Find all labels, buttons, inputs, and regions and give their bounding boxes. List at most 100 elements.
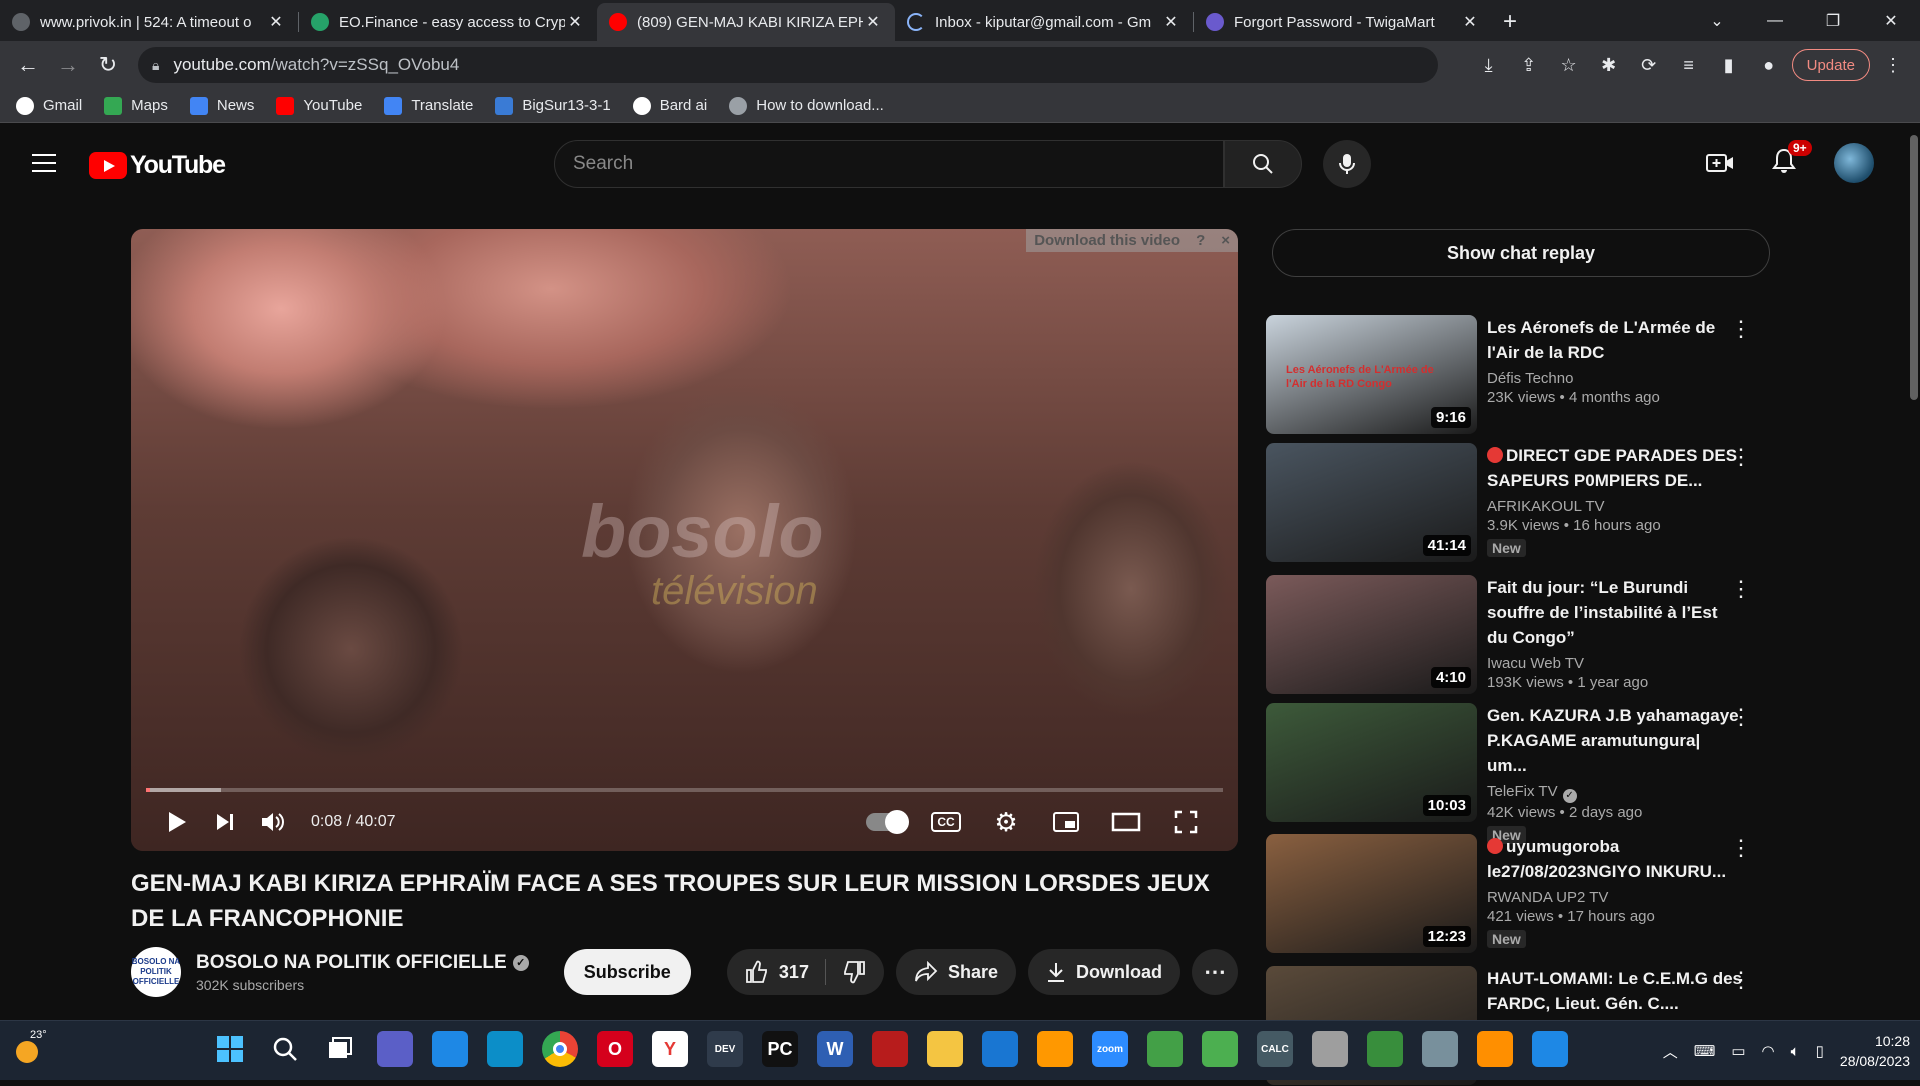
show-chat-replay-button[interactable]: Show chat replay: [1272, 229, 1770, 277]
calc-icon[interactable]: CALC: [1257, 1031, 1293, 1067]
vlc-icon[interactable]: [1477, 1031, 1513, 1067]
reload-button[interactable]: ↻: [88, 45, 128, 85]
chrome-icon[interactable]: [542, 1031, 578, 1067]
recommended-video-title-row[interactable]: DIRECT GDE PARADES DES SAPEURS P0MPIERS …: [1487, 443, 1742, 493]
more-vertical-icon[interactable]: ⋮: [1730, 578, 1752, 600]
video-thumbnail[interactable]: 10:03: [1266, 703, 1477, 822]
subscribe-button[interactable]: Subscribe: [563, 949, 691, 995]
browser-tab[interactable]: Inbox - kiputar@gmail.com - Gm ✕: [895, 3, 1193, 41]
like-button[interactable]: 317: [745, 960, 809, 984]
devtool-icon[interactable]: DEV: [707, 1031, 743, 1067]
clock[interactable]: 10:28 28/08/2023: [1840, 1031, 1910, 1071]
more-vertical-icon[interactable]: ⋮: [1730, 446, 1752, 468]
close-tab-icon[interactable]: ✕: [266, 12, 286, 32]
side-panel-icon[interactable]: ▮: [1712, 47, 1746, 83]
tab-search-icon[interactable]: ⌄: [1688, 0, 1746, 41]
recommended-video[interactable]: 4:10 Fait du jour: “Le Burundi souffre de…: [1266, 575, 1766, 695]
bookmark-item[interactable]: Bard ai: [632, 96, 707, 115]
recommended-channel[interactable]: Défis Techno: [1487, 370, 1573, 387]
download-video-banner[interactable]: Download this video ? ×: [1026, 229, 1238, 252]
weather-widget[interactable]: 23°: [12, 1029, 47, 1067]
folder-icon[interactable]: [927, 1031, 963, 1067]
share-page-icon[interactable]: ⇪: [1512, 47, 1546, 83]
video-thumbnail[interactable]: 12:23: [1266, 834, 1477, 953]
theater-mode-button[interactable]: [1096, 798, 1156, 846]
browser-tab[interactable]: (809) GEN-MAJ KABI KIRIZA EPHI ✕: [597, 3, 895, 41]
profile-icon[interactable]: ●: [1752, 47, 1786, 83]
display-icon[interactable]: ▭: [1731, 1042, 1745, 1060]
edge-icon[interactable]: [487, 1031, 523, 1067]
recommended-video-title-row[interactable]: Les Aéronefs de L'Armée de l'Air de la R…: [1487, 315, 1742, 365]
recommended-video-title-row[interactable]: uyumugoroba le27/08/2023NGIYO INKURU...: [1487, 834, 1742, 884]
chrome-menu-icon[interactable]: ⋮: [1876, 47, 1910, 83]
lock-icon[interactable]: 🔒︎: [152, 57, 159, 74]
update-button[interactable]: Update: [1791, 49, 1870, 81]
bookmark-item[interactable]: News: [189, 96, 254, 115]
taskview-icon[interactable]: [322, 1031, 358, 1067]
share-button[interactable]: Share: [895, 949, 1016, 995]
browser-tab[interactable]: EO.Finance - easy access to Crypt ✕: [299, 3, 597, 41]
bookmark-item[interactable]: Translate: [384, 96, 473, 115]
browser-tab[interactable]: Forgort Password - TwigaMart ✕: [1194, 3, 1492, 41]
recommended-video[interactable]: 41:14 DIRECT GDE PARADES DES SAPEURS P0MP…: [1266, 443, 1766, 563]
teams-icon[interactable]: [377, 1031, 413, 1067]
browser-tab[interactable]: www.privok.in | 524: A timeout o ✕: [0, 3, 298, 41]
extension-icon[interactable]: ⟳: [1632, 47, 1666, 83]
search-tool-icon[interactable]: [1037, 1031, 1073, 1067]
recommended-video[interactable]: 12:23 uyumugoroba le27/08/2023NGIYO INKUR…: [1266, 834, 1766, 954]
page-scrollbar[interactable]: [1910, 135, 1918, 400]
video-thumbnail[interactable]: Les Aéronefs de L'Armée de l'Air de la R…: [1266, 315, 1477, 434]
bookmark-item[interactable]: Gmail: [16, 96, 82, 115]
back-button[interactable]: ←: [8, 45, 48, 85]
chevron-up-icon[interactable]: ︿: [1663, 1041, 1678, 1062]
bookmark-item[interactable]: YouTube: [276, 96, 362, 115]
minimize-button[interactable]: —: [1746, 0, 1804, 41]
more-actions-button[interactable]: ⋯: [1192, 949, 1238, 995]
download-button[interactable]: Download: [1028, 949, 1180, 995]
progress-bar[interactable]: [146, 788, 1223, 792]
bookmark-item[interactable]: BigSur13-3-1: [495, 96, 611, 115]
create-video-icon[interactable]: [1706, 151, 1734, 175]
recommended-video-title-row[interactable]: HAUT-LOMAMI: Le C.E.M.G des FARDC, Lieut…: [1487, 966, 1742, 1016]
search-button[interactable]: [1224, 140, 1302, 188]
channel-name[interactable]: BOSOLO NA POLITIK OFFICIELLE: [196, 952, 507, 974]
next-button[interactable]: [201, 798, 249, 846]
miniplayer-button[interactable]: [1036, 798, 1096, 846]
bluetooth-icon[interactable]: [1532, 1031, 1568, 1067]
wifi-icon[interactable]: ◠: [1762, 1042, 1775, 1060]
globe-app-icon[interactable]: [1367, 1031, 1403, 1067]
search-icon[interactable]: [267, 1031, 303, 1067]
recommended-channel[interactable]: AFRIKAKOUL TV: [1487, 498, 1605, 515]
fullscreen-button[interactable]: [1156, 798, 1216, 846]
wps-icon[interactable]: W: [817, 1031, 853, 1067]
recommended-video-title-row[interactable]: Gen. KAZURA J.B yahamagaye P.KAGAME aram…: [1487, 703, 1742, 778]
video-thumbnail[interactable]: 4:10: [1266, 575, 1477, 694]
reading-list-icon[interactable]: ≡: [1672, 47, 1706, 83]
volume-mute-icon[interactable]: 🔈︎: [1791, 1043, 1800, 1060]
play-button[interactable]: [153, 798, 201, 846]
forward-button[interactable]: →: [48, 45, 88, 85]
more-vertical-icon[interactable]: ⋮: [1730, 969, 1752, 991]
extensions-icon[interactable]: ✱: [1592, 47, 1626, 83]
close-window-button[interactable]: ✕: [1862, 0, 1920, 41]
davinci-icon[interactable]: [872, 1031, 908, 1067]
mute-button[interactable]: [249, 798, 297, 846]
opera-icon[interactable]: O: [597, 1031, 633, 1067]
bookmark-item[interactable]: How to download...: [729, 96, 884, 115]
bookmark-star-icon[interactable]: ☆: [1552, 47, 1586, 83]
close-tab-icon[interactable]: ✕: [1460, 12, 1480, 32]
recommended-video[interactable]: 10:03 Gen. KAZURA J.B yahamagaye P.KAGAME…: [1266, 703, 1766, 844]
dislike-button[interactable]: [842, 960, 866, 984]
address-bar[interactable]: 🔒︎ youtube.com/watch?v=zSSq_OVobu4: [138, 47, 1438, 83]
keyboard-icon[interactable]: ⌨: [1694, 1042, 1716, 1060]
recommended-video[interactable]: Les Aéronefs de L'Armée de l'Air de la R…: [1266, 315, 1766, 435]
start-icon[interactable]: [212, 1031, 248, 1067]
video-thumbnail[interactable]: 41:14: [1266, 443, 1477, 562]
battery-icon[interactable]: ▯: [1816, 1042, 1824, 1060]
more-vertical-icon[interactable]: ⋮: [1730, 318, 1752, 340]
notifications-button[interactable]: 9+: [1772, 139, 1812, 179]
video-player[interactable]: bosolo télévision Download this video ? …: [131, 229, 1238, 851]
autoplay-toggle[interactable]: [856, 798, 916, 846]
bookmark-item[interactable]: Maps: [104, 96, 168, 115]
recommended-channel[interactable]: RWANDA UP2 TV: [1487, 889, 1608, 906]
